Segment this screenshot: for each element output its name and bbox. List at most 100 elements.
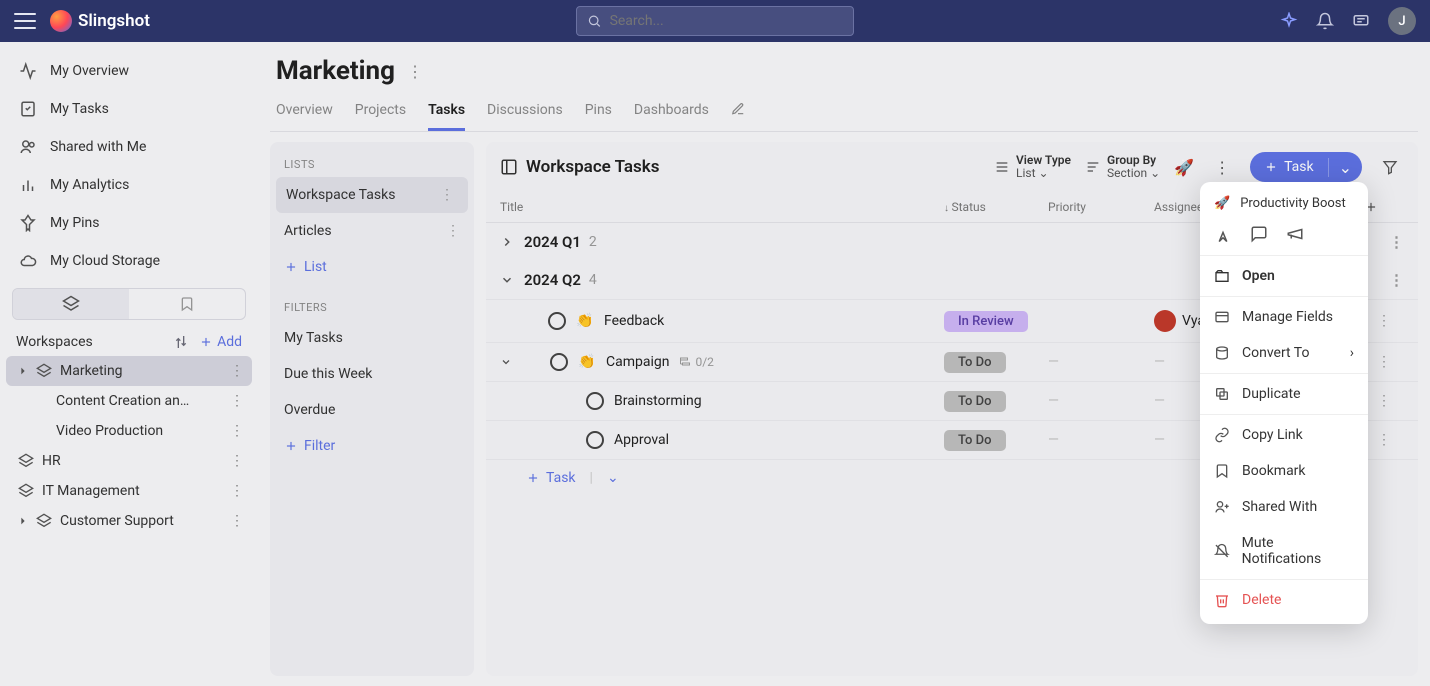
cm-shared-with[interactable]: Shared With [1200,489,1368,525]
workspace-hr[interactable]: HR ⋮ [6,446,252,476]
page-more-icon[interactable]: ⋮ [407,62,423,81]
menu-toggle[interactable] [14,13,36,29]
add-filter-label: Filter [304,438,335,454]
sparkle-icon[interactable] [1280,12,1298,30]
list-articles[interactable]: Articles⋮ [270,213,474,249]
sidebar-item-shared[interactable]: Shared with Me [6,128,252,166]
more-icon[interactable]: ⋮ [446,223,460,239]
chat-icon[interactable] [1352,12,1370,30]
user-avatar[interactable]: J [1388,7,1416,35]
tab-discussions[interactable]: Discussions [487,96,563,131]
cm-mute[interactable]: Mute Notifications [1200,525,1368,577]
cm-label: Duplicate [1242,386,1301,402]
sidebar-item-pins[interactable]: My Pins [6,204,252,242]
list-icon [994,159,1010,175]
section-more-icon[interactable]: ⋮ [1389,233,1404,251]
cm-label: Manage Fields [1242,309,1333,325]
cm-manage-fields[interactable]: Manage Fields [1200,299,1368,335]
pin-icon[interactable] [1214,225,1232,243]
add-filter-button[interactable]: Filter [270,428,474,464]
more-icon[interactable]: ⋮ [230,513,244,529]
cm-convert-to[interactable]: Convert To› [1200,335,1368,371]
section-more-icon[interactable]: ⋮ [1389,271,1404,289]
filter-overdue[interactable]: Overdue [270,392,474,428]
segment-bookmarks[interactable] [129,289,245,319]
cm-copy-link[interactable]: Copy Link [1200,417,1368,453]
cm-boost[interactable]: 🚀Productivity Boost [1200,188,1368,219]
workspace-marketing[interactable]: Marketing ⋮ [6,356,252,386]
task-button-label: Task [1284,159,1314,175]
chevron-down-icon[interactable] [500,356,512,368]
bell-icon[interactable] [1316,12,1334,30]
cm-open[interactable]: Open [1200,258,1368,294]
add-column-button[interactable] [1364,200,1404,214]
col-status[interactable]: ↓ Status [944,200,1048,214]
more-icon[interactable]: ⋮ [440,187,454,203]
more-icon[interactable]: ⋮ [230,393,244,409]
more-icon[interactable]: ⋮ [230,453,244,469]
row-more-icon[interactable]: ⋮ [1377,313,1391,329]
new-task-dropdown[interactable]: ⌄ [1328,158,1362,177]
pin-icon [18,213,38,233]
add-task-button[interactable]: Task [526,470,576,486]
cm-duplicate[interactable]: Duplicate [1200,376,1368,412]
workspaces-label: Workspaces [16,334,93,350]
view-type[interactable]: View TypeList ⌄ [994,154,1071,180]
status-pill[interactable]: To Do [944,391,1006,412]
tab-edit-icon[interactable] [731,96,745,131]
cm-bookmark[interactable]: Bookmark [1200,453,1368,489]
filter-my-tasks[interactable]: My Tasks [270,320,474,356]
rocket-icon[interactable]: 🚀 [1174,158,1194,177]
segment-workspaces[interactable] [13,289,129,319]
tab-dashboards[interactable]: Dashboards [634,96,709,131]
stack-icon [18,483,34,499]
row-more-icon[interactable]: ⋮ [1377,393,1391,409]
new-task-main[interactable]: Task [1250,159,1328,175]
complete-toggle[interactable] [586,392,604,410]
complete-toggle[interactable] [586,431,604,449]
workspace-video-production[interactable]: Video Production⋮ [6,416,252,446]
tab-pins[interactable]: Pins [585,96,612,131]
sidebar-item-analytics[interactable]: My Analytics [6,166,252,204]
tab-overview[interactable]: Overview [276,96,333,131]
sidebar-item-overview[interactable]: My Overview [6,52,252,90]
search-input[interactable] [610,13,843,29]
status-pill[interactable]: In Review [944,311,1028,332]
add-workspace-button[interactable]: Add [199,334,242,350]
filter-due-week[interactable]: Due this Week [270,356,474,392]
filter-icon[interactable] [1376,153,1404,181]
col-priority[interactable]: Priority [1048,200,1154,214]
add-task-dropdown[interactable]: ⌄ [607,470,619,486]
sidebar-item-tasks[interactable]: My Tasks [6,90,252,128]
comment-icon[interactable] [1250,225,1268,243]
tab-projects[interactable]: Projects [355,96,406,131]
announce-icon[interactable] [1286,225,1304,243]
workspace-content-creation[interactable]: Content Creation an…⋮ [6,386,252,416]
more-icon[interactable]: ⋮ [230,423,244,439]
workspace-label: HR [42,453,61,469]
more-icon[interactable]: ⋮ [230,363,244,379]
filter-label: Overdue [284,402,335,418]
status-pill[interactable]: To Do [944,430,1006,451]
workspace-support[interactable]: Customer Support ⋮ [6,506,252,536]
tab-tasks[interactable]: Tasks [428,96,465,131]
group-by[interactable]: Group BySection ⌄ [1085,154,1160,180]
more-icon[interactable]: ⋮ [230,483,244,499]
col-title[interactable]: Title [500,200,944,214]
workspace-label: Customer Support [60,513,174,529]
workspace-it[interactable]: IT Management⋮ [6,476,252,506]
sidebar-item-cloud[interactable]: My Cloud Storage [6,242,252,280]
search-box[interactable] [576,6,854,36]
sort-icon[interactable] [173,334,189,350]
logo[interactable]: Slingshot [50,10,150,32]
add-list-button[interactable]: List [270,249,474,285]
complete-toggle[interactable] [548,312,566,330]
list-workspace-tasks[interactable]: Workspace Tasks⋮ [276,177,468,213]
row-more-icon[interactable]: ⋮ [1377,354,1391,370]
complete-toggle[interactable] [550,353,568,371]
row-more-icon[interactable]: ⋮ [1377,432,1391,448]
status-pill[interactable]: To Do [944,352,1006,373]
sidebar-item-label: Shared with Me [50,139,146,155]
tasks-more-icon[interactable]: ⋮ [1208,153,1236,181]
cm-delete[interactable]: Delete [1200,582,1368,618]
